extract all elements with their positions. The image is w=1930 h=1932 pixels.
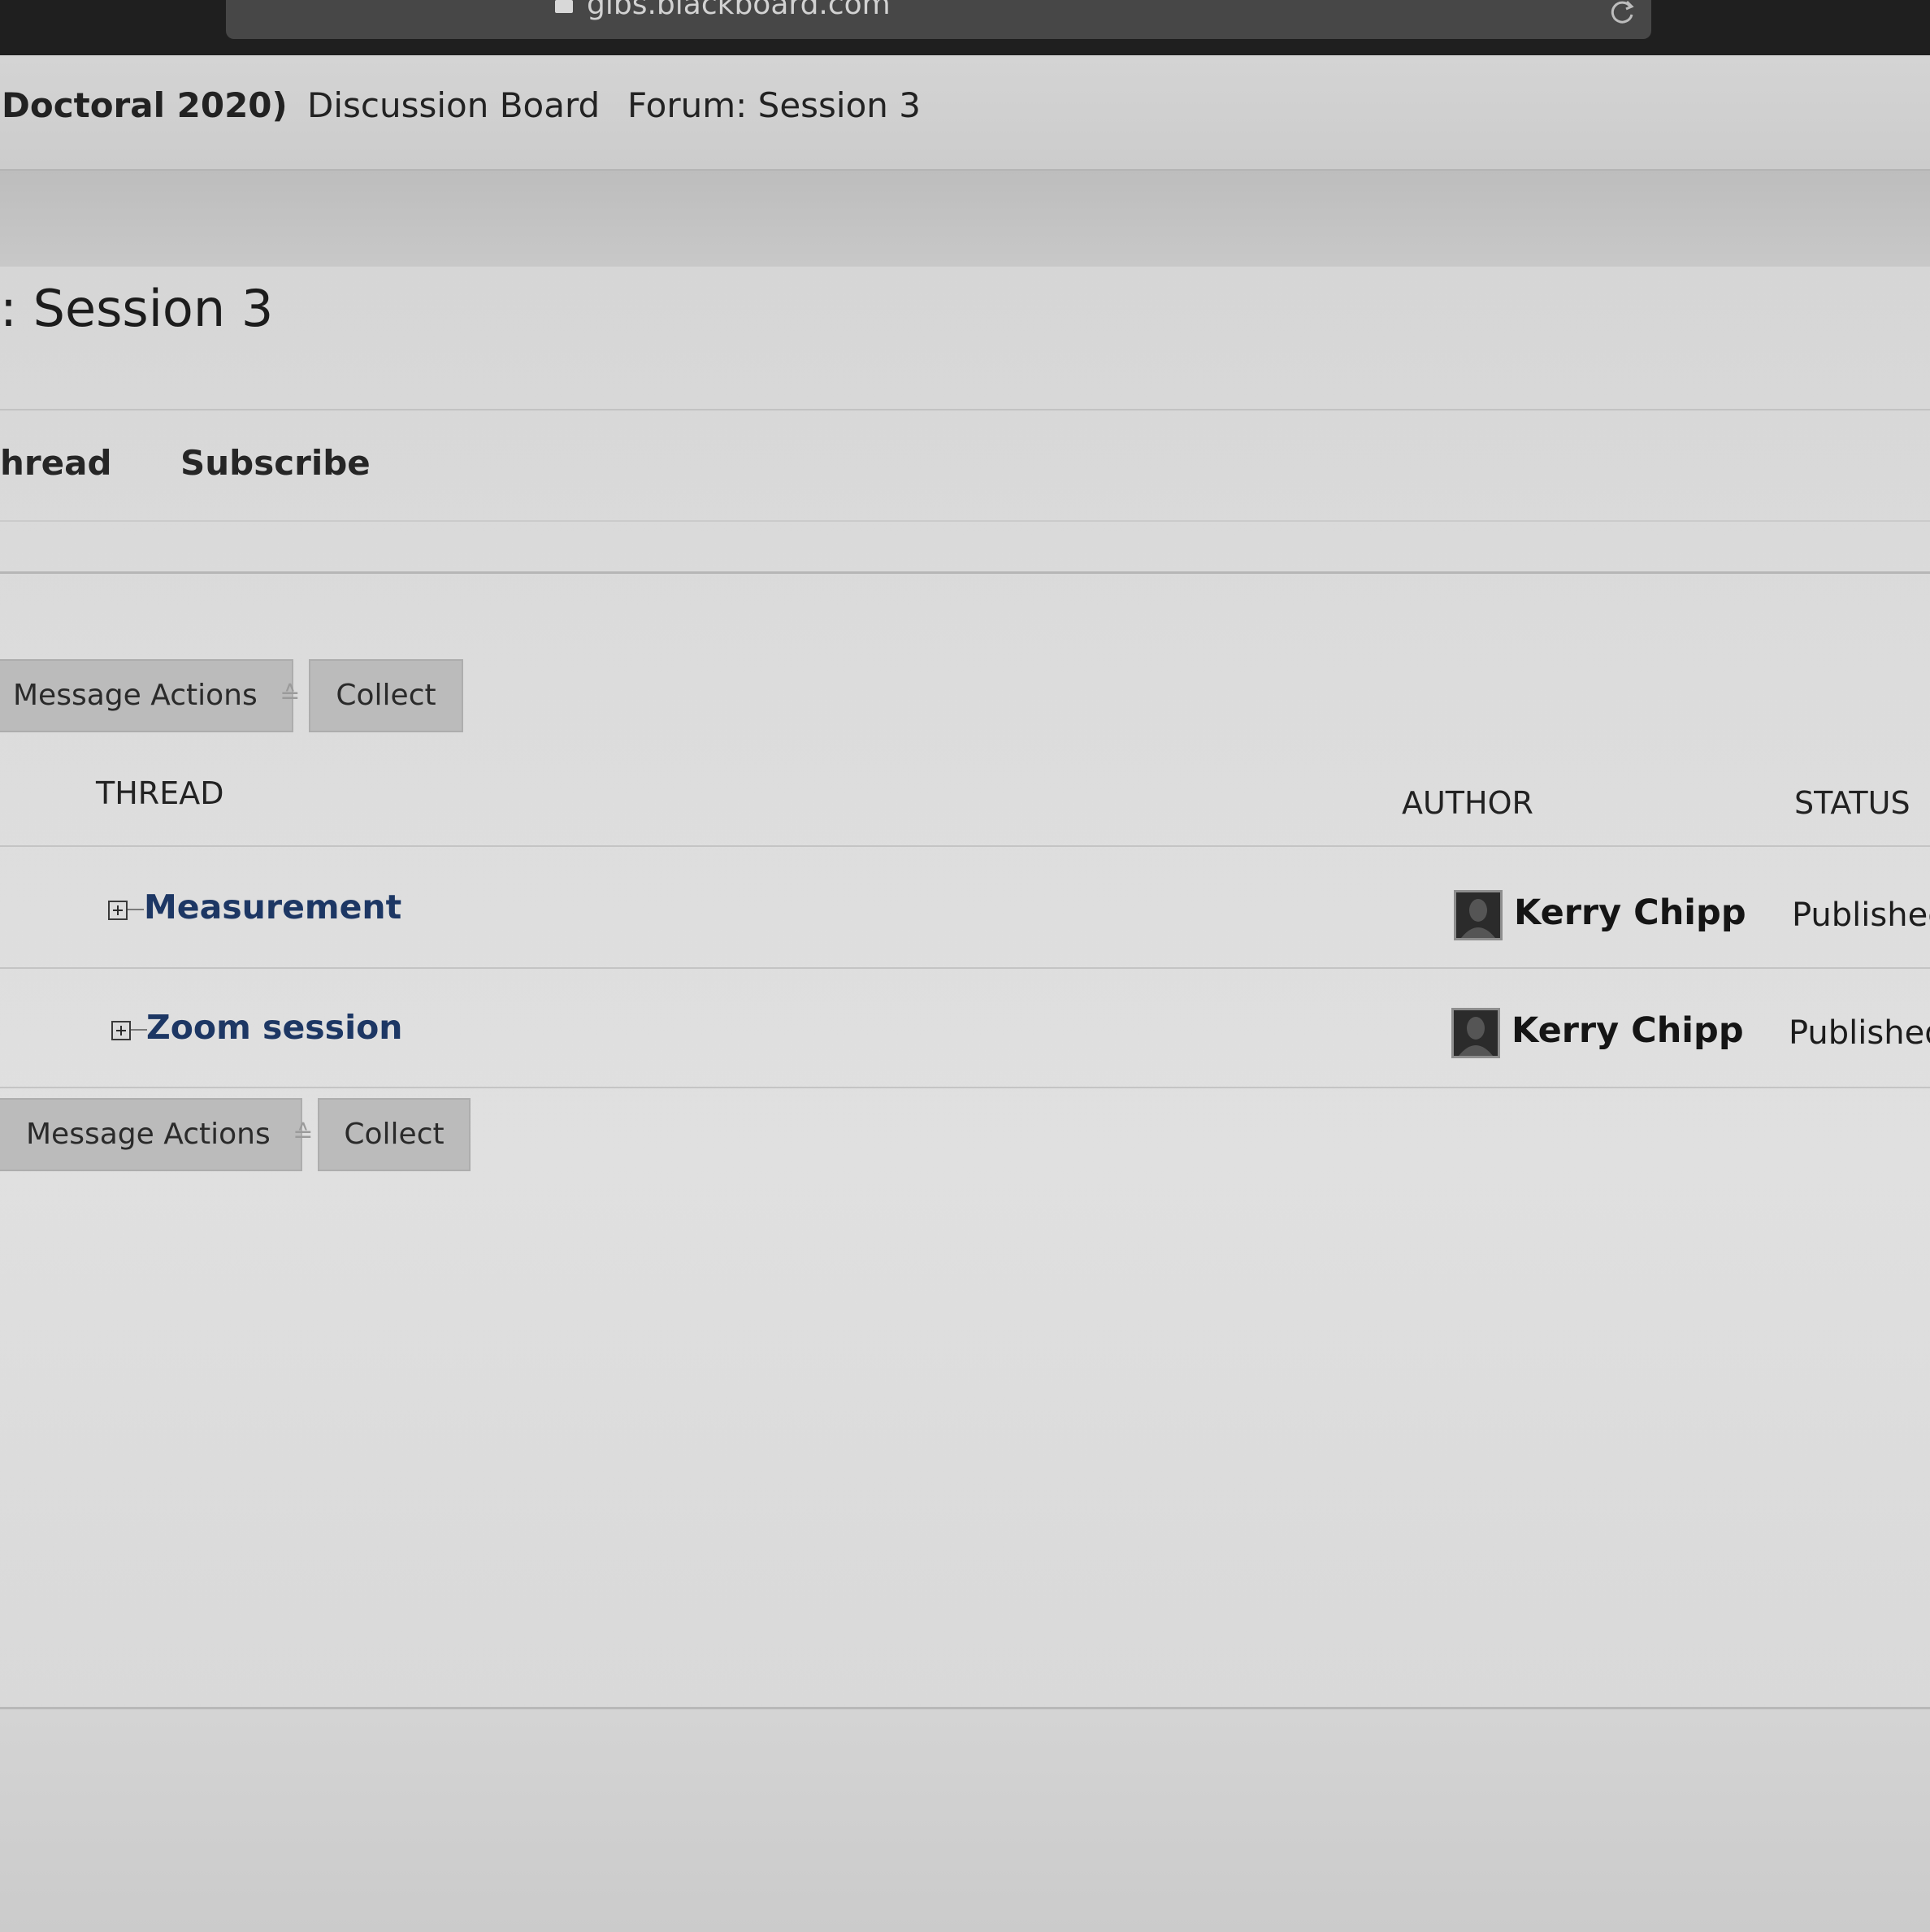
header-band — [0, 171, 1930, 267]
page-title: : Session 3 — [0, 279, 274, 338]
author-name: Kerry Chipp — [1511, 1010, 1744, 1051]
thread-link[interactable]: Zoom session — [146, 1005, 403, 1050]
message-actions-button[interactable]: Message Actions ≙ — [0, 1098, 313, 1171]
url-text[interactable]: gibs.blackboard.com — [587, 0, 891, 21]
divider — [0, 967, 1930, 969]
thread-link[interactable]: Measurement — [144, 884, 401, 930]
subscribe-link[interactable]: Subscribe — [180, 439, 371, 488]
breadcrumb-forum: Forum: Session 3 — [627, 85, 921, 125]
message-actions-label: Message Actions — [13, 679, 258, 712]
page-footer-area — [0, 1709, 1930, 1932]
reload-icon[interactable] — [1606, 0, 1638, 24]
collect-button[interactable]: Collect — [309, 659, 463, 732]
divider — [0, 571, 1930, 574]
chevron-down-icon: ≙ — [280, 681, 301, 710]
divider — [0, 409, 1930, 410]
avatar-icon — [1454, 890, 1503, 940]
create-thread-link[interactable]: hread — [0, 439, 112, 488]
author-name: Kerry Chipp — [1514, 892, 1746, 933]
status-text: Published — [1789, 1014, 1930, 1052]
divider — [0, 520, 1930, 522]
breadcrumb-discussion-board[interactable]: Discussion Board — [307, 80, 600, 132]
breadcrumb-course[interactable]: Doctoral 2020) — [2, 80, 288, 132]
status-text: Publishec — [1792, 897, 1930, 934]
tree-connector — [128, 909, 144, 910]
tree-connector — [131, 1029, 147, 1031]
expand-icon[interactable] — [108, 901, 128, 920]
column-header-thread[interactable]: THREAD — [96, 772, 223, 814]
column-header-status[interactable]: STATUS — [1794, 782, 1910, 824]
avatar-icon — [1451, 1008, 1500, 1058]
browser-toolbar: gibs.blackboard.com — [0, 0, 1930, 55]
chevron-down-icon: ≙ — [293, 1120, 314, 1148]
expand-icon[interactable] — [111, 1021, 131, 1040]
column-header-author[interactable]: AUTHOR — [1402, 782, 1533, 824]
message-actions-button[interactable]: Message Actions ≙ — [0, 659, 300, 732]
divider — [0, 845, 1930, 847]
address-bar[interactable] — [226, 0, 1651, 39]
divider — [0, 1087, 1930, 1088]
lock-icon — [555, 0, 573, 13]
message-actions-label: Message Actions — [26, 1118, 271, 1151]
breadcrumb: Doctoral 2020) Discussion Board Forum: S… — [0, 55, 1930, 171]
collect-button[interactable]: Collect — [318, 1098, 471, 1171]
